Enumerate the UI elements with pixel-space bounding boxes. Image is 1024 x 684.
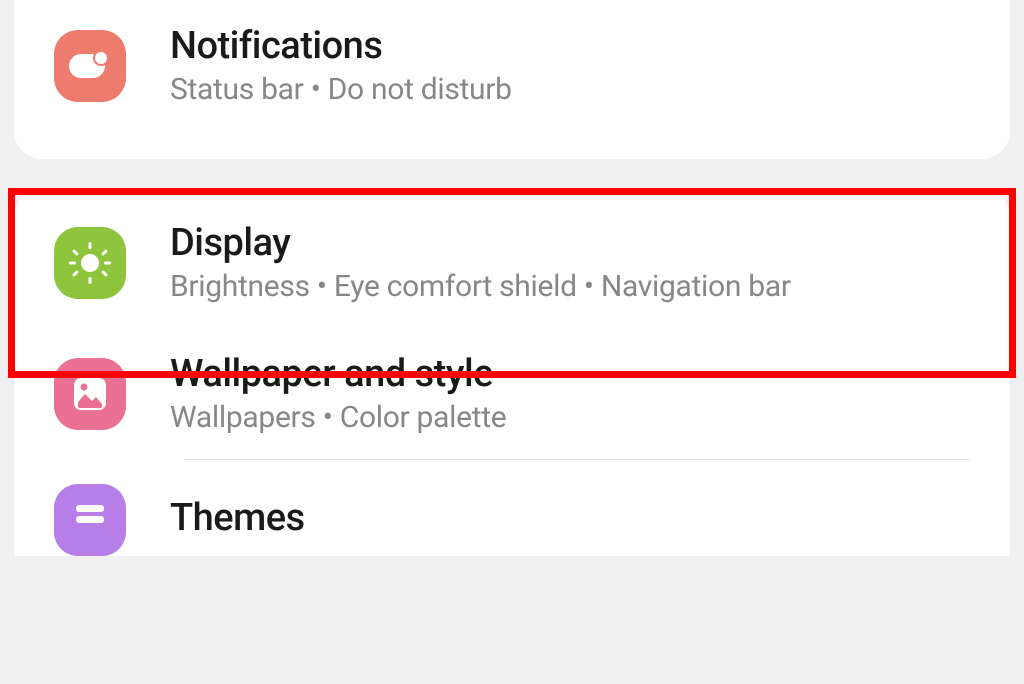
notifications-icon — [54, 30, 126, 102]
settings-section-top: Notifications Status bar • Do not distur… — [14, 0, 1010, 159]
settings-section-bottom: Display Brightness • Eye comfort shield … — [14, 189, 1010, 556]
settings-item-wallpaper[interactable]: Wallpaper and style Wallpapers • Color p… — [14, 328, 1010, 459]
display-title: Display — [170, 221, 970, 265]
notifications-subtitle: Status bar • Do not disturb — [170, 72, 970, 107]
notifications-title: Notifications — [170, 24, 970, 68]
settings-item-display[interactable]: Display Brightness • Eye comfort shield … — [14, 197, 1010, 328]
wallpaper-subtitle: Wallpapers • Color palette — [170, 400, 970, 435]
display-icon — [54, 227, 126, 299]
display-content: Display Brightness • Eye comfort shield … — [170, 221, 970, 304]
settings-item-themes[interactable]: Themes — [14, 460, 1010, 556]
wallpaper-icon — [54, 358, 126, 430]
notifications-content: Notifications Status bar • Do not distur… — [170, 24, 970, 107]
themes-content: Themes — [170, 496, 970, 544]
wallpaper-content: Wallpaper and style Wallpapers • Color p… — [170, 352, 970, 435]
wallpaper-title: Wallpaper and style — [170, 352, 970, 396]
themes-title: Themes — [170, 496, 970, 540]
themes-icon — [54, 484, 126, 556]
settings-item-notifications[interactable]: Notifications Status bar • Do not distur… — [14, 0, 1010, 131]
display-subtitle: Brightness • Eye comfort shield • Naviga… — [170, 269, 970, 304]
